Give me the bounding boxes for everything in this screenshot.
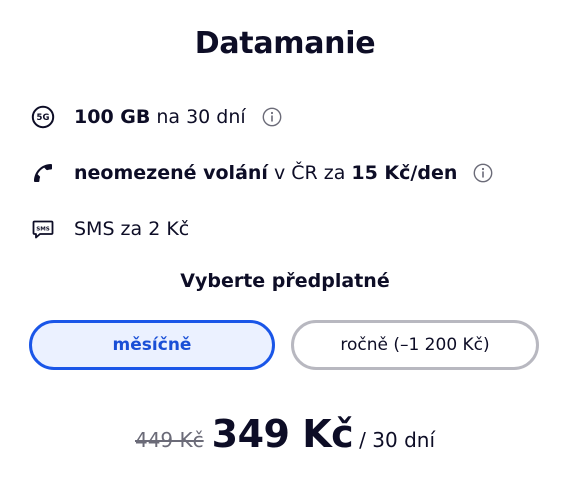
5g-icon: 5G xyxy=(30,104,56,130)
subscription-heading: Vyberte předplatné xyxy=(180,270,390,292)
info-icon[interactable] xyxy=(473,163,493,183)
plan-title: Datamanie xyxy=(194,26,376,61)
feature-data-amount: 100 GB xyxy=(74,106,151,128)
feature-calls-text: v ČR za xyxy=(273,162,346,184)
svg-text:5G: 5G xyxy=(37,113,50,123)
price-period: / 30 dní xyxy=(359,428,436,452)
feature-calls-price: 15 Kč/den xyxy=(351,162,458,184)
svg-text:SMS: SMS xyxy=(36,227,50,233)
feature-sms: SMS SMS za 2 Kč xyxy=(30,216,189,242)
plan-card: Datamanie 5G 100 GB na 30 dní neomezené … xyxy=(0,0,570,486)
price-row: 449 Kč 349 Kč / 30 dní xyxy=(0,412,570,456)
monthly-option-button[interactable]: měsíčně xyxy=(29,320,275,370)
feature-sms-text: SMS za 2 Kč xyxy=(74,218,190,240)
info-icon[interactable] xyxy=(262,107,282,127)
monthly-option-label: měsíčně xyxy=(112,335,192,355)
feature-calls-label: neomezené volání xyxy=(74,162,268,184)
feature-data-period: na 30 dní xyxy=(156,106,246,128)
old-price: 449 Kč xyxy=(134,428,204,452)
yearly-option-label: ročně (–1 200 Kč) xyxy=(340,335,490,355)
phone-icon xyxy=(30,160,56,186)
feature-data: 5G 100 GB na 30 dní xyxy=(30,104,282,130)
sms-icon: SMS xyxy=(30,216,56,242)
current-price: 349 Kč xyxy=(211,412,354,456)
feature-calls: neomezené volání v ČR za 15 Kč/den xyxy=(30,160,493,186)
yearly-option-button[interactable]: ročně (–1 200 Kč) xyxy=(291,320,539,370)
